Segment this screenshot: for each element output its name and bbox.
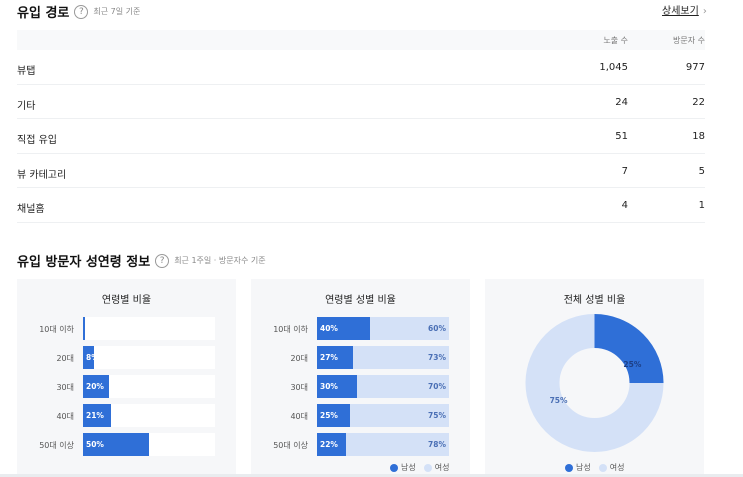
legend: 남성 여성 [565, 462, 624, 473]
age-label: 30대 [56, 383, 74, 392]
demo-note: 최근 1주일 · 방문자수 기준 [174, 256, 266, 265]
gender-bar-track: 22% 78% [317, 433, 449, 456]
row-visitors: 22 [692, 96, 705, 108]
chevron-right-icon: › [702, 6, 707, 17]
demo-header: 유입 방문자 성연령 정보 ? 최근 1주일 · 방문자수 기준 [17, 251, 266, 270]
age-label: 20대 [56, 354, 74, 363]
row-visitors: 977 [685, 62, 705, 73]
bar-track: 20% [83, 375, 215, 398]
age-bar [83, 317, 85, 340]
male-bar-value: 25% [320, 411, 338, 420]
table-row: 직접 유입 51 18 [17, 119, 705, 154]
bar-track [83, 317, 215, 340]
row-views: 1,045 [599, 62, 628, 73]
legend-male-dot [565, 463, 573, 472]
row-label: 직접 유입 [17, 135, 57, 146]
row-views: 24 [615, 96, 628, 108]
bar-track: 8% [83, 346, 215, 369]
gender-donut-chart [525, 314, 664, 452]
age-ratio-card: 연령별 비율 10대 이하 20대 8% 30대 20% 40대 21% 50대 이상 50% [17, 279, 236, 477]
age-label: 50대 이상 [39, 441, 74, 450]
row-visitors: 5 [698, 165, 705, 177]
inflow-header: 유입 경로 ? 최근 7일 기준 [17, 2, 140, 21]
row-label: 뷰 카테고리 [17, 169, 67, 181]
table-row: 뷰탭 1,045 977 [17, 50, 705, 85]
age-label: 20대 [290, 354, 308, 363]
gender-ratio-card: 전체 성별 비율 남성 여성 25% 75% [485, 279, 704, 477]
male-bar-value: 40% [320, 324, 338, 333]
row-views: 51 [615, 131, 628, 142]
gender-bar-track: 40% 60% [317, 317, 449, 340]
legend-male-label: 남성 [576, 463, 591, 472]
inflow-note: 최근 7일 기준 [93, 7, 141, 16]
legend-female-dot [598, 463, 607, 472]
inflow-title: 유입 경로 [17, 6, 70, 21]
age-card-title: 연령별 비율 [101, 295, 152, 306]
table-header: 노출 수 방문자 수 [17, 30, 705, 50]
bar-track: 50% [83, 433, 215, 456]
gender-bar-track: 30% 70% [317, 375, 449, 398]
age-bar-value: 50% [86, 440, 104, 449]
male-bar-value: 30% [320, 382, 338, 391]
table-row: 채널홈 4 1 [17, 188, 705, 223]
age-gender-card: 연령별 성별 비율 남성 여성 10대 이하 40% 60% 20대 27% 73% 30대… [251, 279, 470, 477]
female-bar-value: 60% [428, 324, 446, 333]
age-label: 10대 이하 [273, 325, 308, 334]
col-visitors-header: 방문자 수 [673, 36, 705, 45]
legend-female-label: 여성 [434, 463, 450, 472]
donut-slice-value: 75% [549, 396, 568, 406]
table-row: 기타 24 22 [17, 85, 705, 119]
row-label: 기타 [17, 100, 36, 112]
female-bar-value: 70% [428, 382, 446, 391]
legend-male-label: 남성 [401, 463, 416, 472]
help-icon[interactable]: ? [155, 253, 170, 268]
age-bar-value: 20% [86, 382, 104, 391]
age-bar-value: 21% [86, 411, 104, 420]
legend: 남성 여성 [390, 462, 449, 473]
row-label: 채널홈 [17, 204, 45, 215]
donut-slice-value: 25% [623, 359, 642, 369]
row-views: 4 [621, 200, 628, 211]
age-label: 30대 [290, 383, 308, 392]
detail-link[interactable]: 상세보기 › [662, 2, 707, 17]
agegender-card-title: 연령별 성별 비율 [325, 295, 396, 306]
female-bar-value: 78% [428, 440, 446, 449]
row-visitors: 1 [698, 200, 705, 211]
legend-male-dot [390, 463, 398, 472]
female-bar-value: 75% [428, 411, 446, 420]
detail-link-label[interactable]: 상세보기 [662, 6, 699, 17]
demo-title: 유입 방문자 성연령 정보 [17, 255, 151, 270]
gender-bar-track: 25% 75% [317, 404, 449, 427]
table-row: 뷰 카테고리 7 5 [17, 154, 705, 188]
row-views: 7 [621, 165, 628, 177]
legend-female-label: 여성 [609, 463, 625, 472]
age-bar-value: 8% [86, 353, 99, 362]
row-label: 뷰탭 [17, 66, 36, 77]
age-label: 40대 [290, 412, 308, 421]
male-bar-value: 22% [320, 440, 338, 449]
age-label: 40대 [56, 412, 74, 421]
row-visitors: 18 [692, 131, 705, 142]
legend-female-dot [423, 463, 432, 472]
female-bar-value: 73% [428, 353, 446, 362]
col-views-header: 노출 수 [603, 36, 628, 45]
male-bar-value: 27% [320, 353, 338, 362]
bar-track: 21% [83, 404, 215, 427]
inflow-table: 노출 수 방문자 수 뷰탭 1,045 977 기타 24 22 직접 유입 5… [17, 30, 705, 223]
help-icon[interactable]: ? [74, 4, 89, 19]
gender-bar-track: 27% 73% [317, 346, 449, 369]
age-label: 50대 이상 [273, 441, 308, 450]
age-label: 10대 이하 [39, 325, 74, 334]
